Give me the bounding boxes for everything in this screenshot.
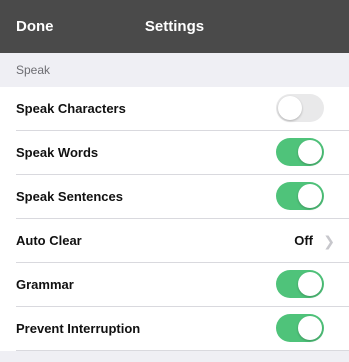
row-speak-sentences[interactable]: Speak Sentences [0,175,349,219]
toggle-knob [298,316,322,340]
row-speak-words[interactable]: Speak Words [0,131,349,175]
speak-characters-toggle[interactable] [276,94,324,122]
section-header-speak: Speak [0,53,349,87]
row-grammar[interactable]: Grammar [0,263,349,307]
row-label: Speak Words [16,145,99,160]
row-label: Prevent Interruption [16,321,141,336]
row-auto-clear[interactable]: Auto Clear Off ❯ [0,219,349,263]
toggle-knob [298,140,322,164]
next-section-header [0,351,349,362]
auto-clear-value: Off [294,233,313,248]
toggle-knob [298,272,322,296]
toggle-knob [278,96,302,120]
page-title: Settings [144,18,205,35]
row-label: Speak Sentences [16,189,123,204]
row-prevent-interruption[interactable]: Prevent Interruption [0,307,349,351]
speak-words-toggle[interactable] [276,138,324,166]
grammar-toggle[interactable] [276,270,324,298]
row-label: Auto Clear [16,233,82,248]
row-label: Grammar [16,277,74,292]
toggle-knob [298,184,322,208]
prevent-interruption-toggle[interactable] [276,314,324,342]
row-label: Speak Characters [16,101,126,116]
navigation-bar: Done Settings [0,0,349,53]
speak-sentences-toggle[interactable] [276,182,324,210]
row-speak-characters[interactable]: Speak Characters [0,87,349,131]
settings-list: Speak Characters Speak Words Speak Sente… [0,87,349,351]
chevron-right-icon: ❯ [323,233,335,249]
